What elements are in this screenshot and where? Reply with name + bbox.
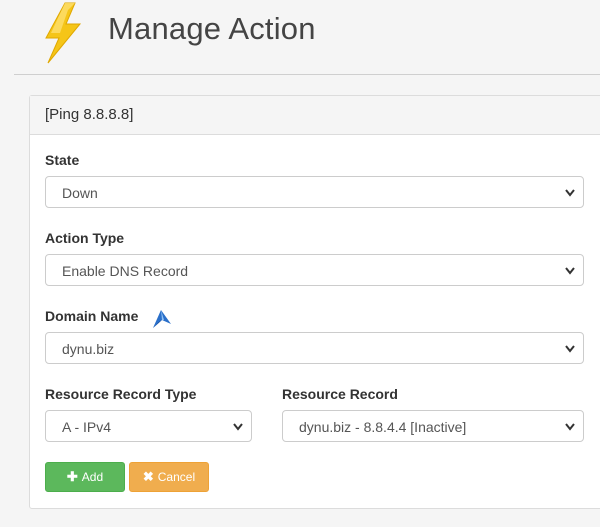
domain-name-label: Domain Name [45,308,139,324]
action-type-value: Enable DNS Record [62,263,189,279]
chevron-down-icon [233,423,243,431]
resource-record-label: Resource Record [282,386,398,402]
domain-name-select[interactable]: dynu.biz [45,332,584,364]
page-header: Manage Action [0,0,600,75]
resource-record-type-value: A - IPv4 [62,419,112,435]
dynu-flag-icon[interactable] [151,308,173,330]
action-panel: [Ping 8.8.8.8] [29,95,600,509]
cancel-button[interactable]: ✖ Cancel [129,462,209,492]
action-type-label: Action Type [45,230,125,246]
resource-record-select[interactable]: dynu.biz - 8.8.4.4 [Inactive] [282,410,584,442]
chevron-down-icon [565,345,575,353]
add-button-label: Add [81,470,104,484]
panel-title: [Ping 8.8.8.8] [45,106,134,123]
resource-record-type-label: Resource Record Type [45,386,197,402]
chevron-down-icon [565,267,575,275]
plus-icon: ✚ [66,469,78,484]
action-type-select[interactable]: Enable DNS Record [45,254,584,286]
chevron-down-icon [565,189,575,197]
state-label: State [45,152,80,168]
domain-name-value: dynu.biz [62,341,115,357]
lightning-bolt-icon [45,2,82,64]
panel-heading: [Ping 8.8.8.8] [30,96,600,135]
resource-record-type-select[interactable]: A - IPv4 [45,410,252,442]
state-value: Down [62,185,98,201]
resource-record-value: dynu.biz - 8.8.4.4 [Inactive] [299,419,467,435]
times-icon: ✖ [142,469,154,484]
chevron-down-icon [565,423,575,431]
cancel-button-label: Cancel [157,470,196,484]
header-divider [14,74,600,75]
state-select[interactable]: Down [45,176,584,208]
add-button[interactable]: ✚ Add [45,462,125,492]
page-title: Manage Action [108,11,316,46]
